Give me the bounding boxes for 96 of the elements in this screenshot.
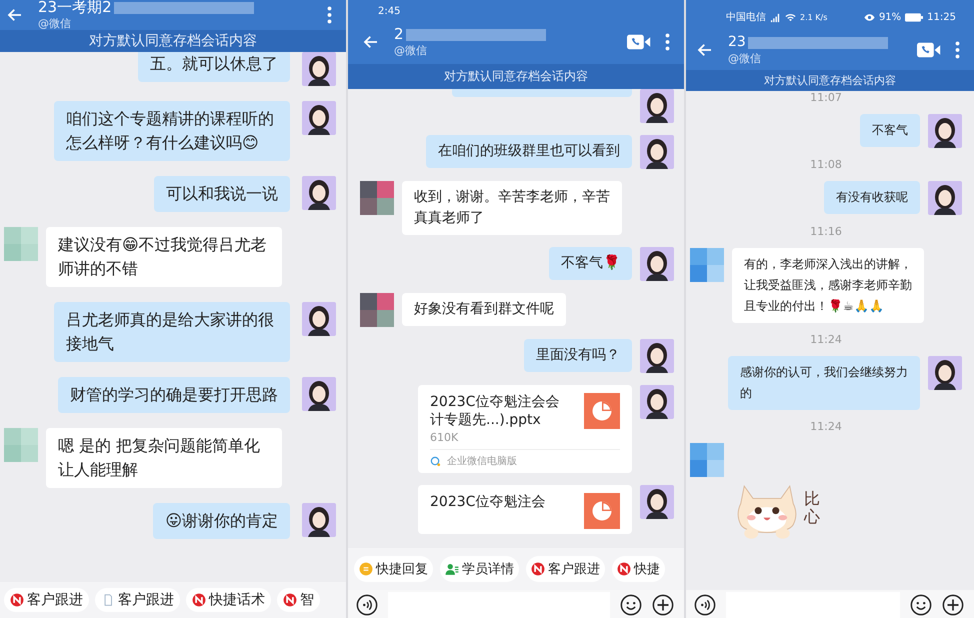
chat-title: 23 [728,34,746,51]
more-menu-icon[interactable] [955,41,960,59]
carrier-name: 中国电信 [726,10,766,24]
quick-action-button[interactable]: 快捷回复 [354,556,433,582]
file-card[interactable]: 2023C位夺魁注会 [418,485,632,534]
status-time: 11:25 [927,12,956,22]
message-bubble: 感谢你的认可，我们会继续努力的 [728,356,920,410]
avatar-icon [640,89,674,123]
quick-action-button[interactable]: 客户跟进 [95,588,180,612]
avatar-icon [640,247,674,281]
plus-icon[interactable] [942,594,964,616]
avatar-placeholder [690,443,724,477]
avatar-placeholder [4,428,38,462]
more-menu-icon[interactable] [327,6,332,24]
message-bubble: 不客气🌹 [549,247,632,280]
file-source: 企业微信电脑版 [447,454,517,468]
signal-icon [770,12,781,22]
letter-n-icon [531,562,545,576]
person-icon [445,562,459,576]
video-call-icon[interactable] [627,34,651,50]
message-bubble: 财管的学习的确是要打开思路 [58,377,290,413]
chat-subtitle: @微信 [728,51,762,66]
voice-icon[interactable] [356,594,378,616]
voice-icon[interactable] [694,594,716,616]
avatar-icon [302,52,336,86]
avatar-icon [302,101,336,135]
message-time: 11:07 [810,91,842,104]
letter-n-icon [617,562,631,576]
quick-action-button[interactable]: 客户跟进 [526,556,605,582]
avatar-icon [640,485,674,520]
message-bubble: 在咱们的班级群里也可以看到 [426,135,632,168]
avatar-icon [928,181,962,215]
message-bubble: 可以和我说一说 [154,176,290,212]
quick-action-button[interactable]: 快捷 [612,556,665,582]
quick-action-button[interactable]: 智 [277,588,320,612]
letter-n-icon [192,593,206,607]
sticker-text: 比心 [804,490,820,526]
avatar-icon [640,385,674,419]
avatar-placeholder [360,293,394,327]
file-name: 2023C位夺魁注会会计专题先...).pptx [430,393,560,430]
archive-notice: 对方默认同意存档会话内容 [348,64,684,89]
message-bubble: 好象没有看到群文件呢 [402,293,566,326]
avatar-icon [302,302,336,336]
speech-icon [359,562,373,576]
chat-subtitle: @微信 [38,16,72,31]
message-time: 11:24 [810,333,842,346]
slides-file-icon [584,493,620,530]
chat-title: 2 [394,26,404,43]
letter-n-icon [283,593,297,607]
message-bubble: 咱们这个专题精讲的课程听的怎么样呀？有什么建议吗😊 [54,101,290,161]
message-time: 11:08 [810,158,842,171]
avatar-icon [928,114,962,148]
quick-action-button[interactable]: 客户跟进 [4,588,89,612]
avatar-icon [640,339,674,373]
emoji-icon[interactable] [910,594,932,616]
network-speed: 2.1 K/s [800,12,828,22]
status-time: 2:45 [378,6,400,16]
message-bubble: 五。就可以休息了 [138,52,290,82]
message-bubble: 里面没有吗？ [524,339,632,372]
eye-icon [864,12,875,22]
message-bubble: 有没有收获呢 [824,181,920,214]
avatar-placeholder [4,227,38,261]
avatar-icon [640,135,674,169]
message-time: 11:16 [810,225,842,238]
message-time: 11:24 [810,420,842,433]
avatar-placeholder [360,181,394,215]
file-size: 610K [430,431,460,444]
message-bubble: 😛谢谢你的肯定 [153,503,290,539]
more-menu-icon[interactable] [665,33,670,51]
wifi-icon [785,12,796,22]
message-bubble: 吕尤老师真的是给大家讲的很接地气 [54,302,290,362]
chat-subtitle: @微信 [394,43,428,58]
archive-notice: 对方默认同意存档会话内容 [686,70,974,91]
chat-title: 23一考期2 [38,0,112,16]
message-bubble: 收到，谢谢。辛苦李老师，辛苦真真老师了 [402,181,622,235]
avatar-placeholder [690,248,724,282]
file-card[interactable]: 2023C位夺魁注会会计专题先...).pptx 610K 企业微信电脑版 [418,385,632,474]
message-bubble: 不客气 [860,114,920,147]
file-name: 2023C位夺魁注会 [430,493,546,512]
quick-action-button[interactable]: 快捷话术 [186,588,271,612]
plus-icon[interactable] [652,594,674,616]
video-call-icon[interactable] [917,42,941,58]
quick-action-button[interactable]: 学员详情 [440,556,519,582]
archive-notice: 对方默认同意存档会话内容 [0,30,346,52]
battery-icon [905,12,924,22]
avatar-icon [302,176,336,210]
avatar-icon [302,377,336,411]
message-bubble: 建议没有😁不过我觉得吕尤老师讲的不错 [46,227,282,287]
battery-level: 91% [878,12,902,22]
letter-n-icon [10,593,24,607]
message-bubble: 嗯 是的 把复杂问题能简单化让人能理解 [46,428,282,488]
avatar-icon [302,503,336,537]
avatar-icon [928,356,962,390]
slides-file-icon [584,393,620,429]
emoji-icon[interactable] [620,594,642,616]
message-bubble: 有的，李老师深入浅出的讲解，让我受益匪浅，感谢李老师辛勤且专业的付出！🌹☕🙏🙏 [732,248,924,323]
